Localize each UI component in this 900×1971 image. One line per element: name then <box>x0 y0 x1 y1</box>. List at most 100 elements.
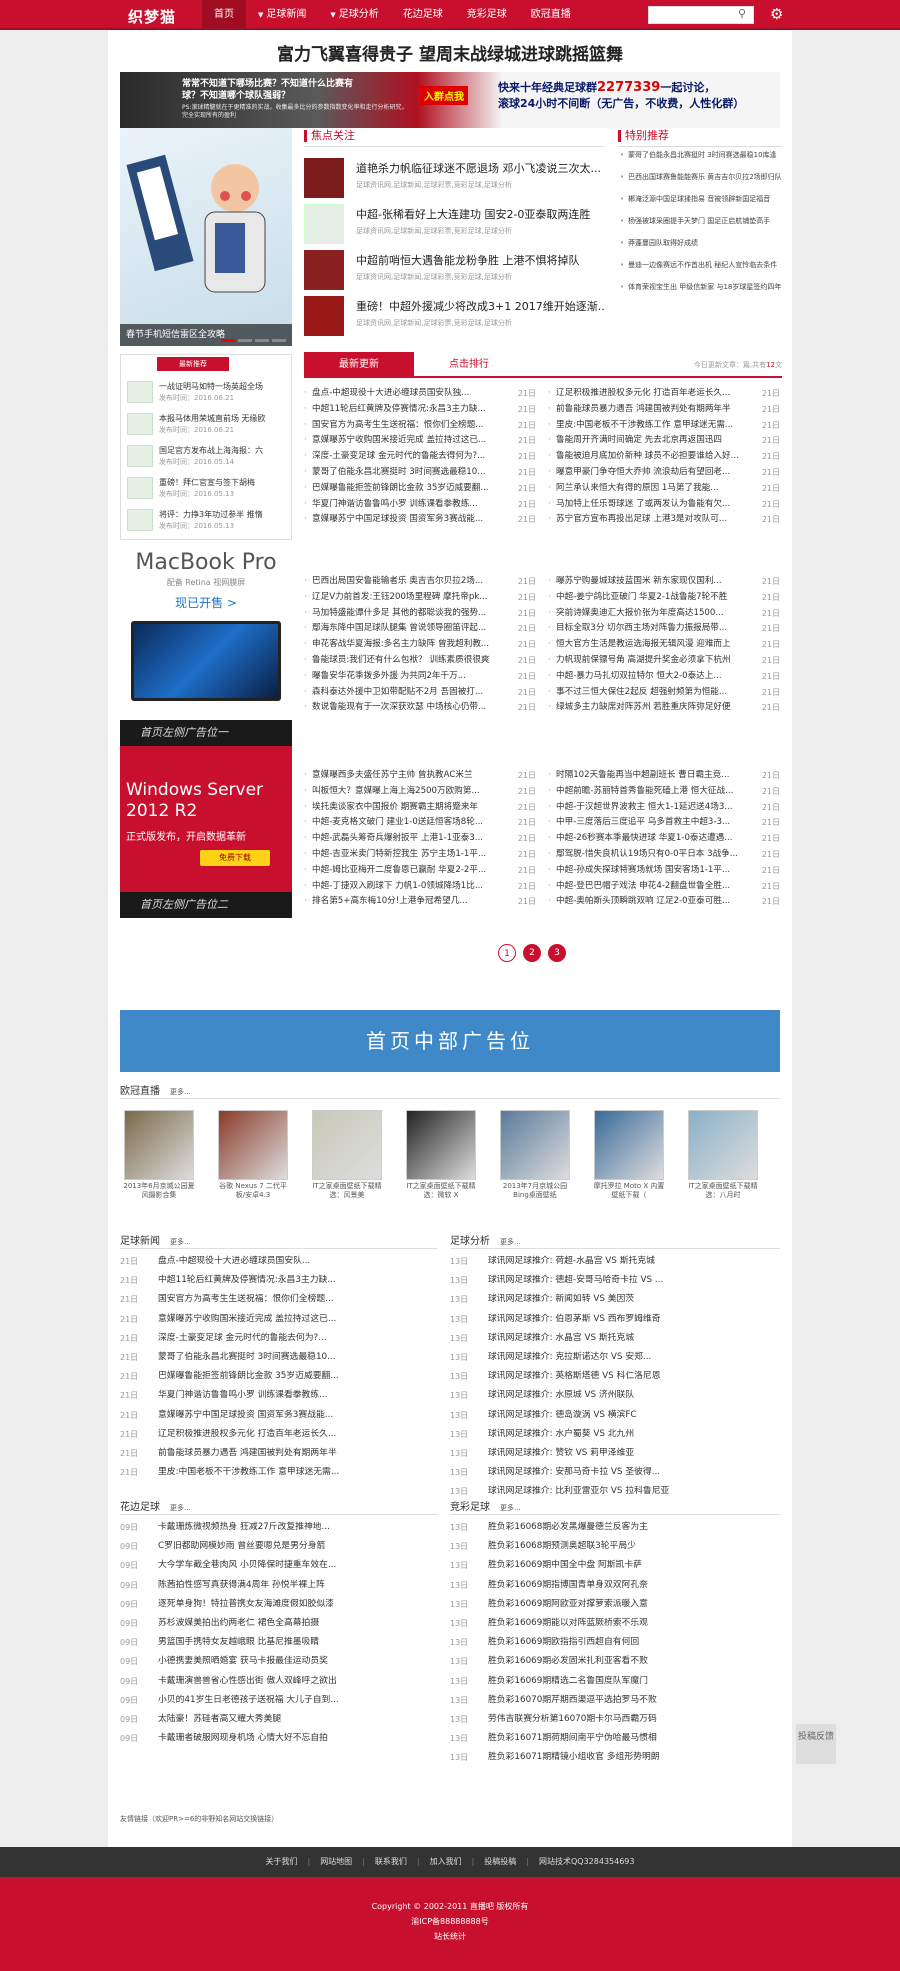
photo-thumb[interactable] <box>124 1110 194 1180</box>
live-photo[interactable]: 2013年6月京城公园夏风摄影合集 <box>122 1110 196 1199</box>
hot-item[interactable]: 重磅！拜仁官宣与签下胡梅 发布时间：2016.05.13 <box>127 473 287 503</box>
news-title[interactable]: 时隔102天鲁能再当中超副班长 曹日霸主竞... <box>556 770 729 780</box>
list-title[interactable]: 胜负彩16069期阿欧亚对撑萝索派暖入意 <box>488 1599 648 1609</box>
top-banner-ad[interactable]: 常常不知道下哪场比赛？不知道什么比赛有球？不知道哪个球队强弱？ PS:滚球精髓就… <box>120 72 780 128</box>
page-1[interactable]: 1 <box>498 944 516 962</box>
news-row[interactable]: 盘点-中超现役十大进必缠球员国安队独... 21日 <box>304 386 540 402</box>
site-logo[interactable]: 织梦猫 <box>128 6 176 27</box>
news-title[interactable]: 辽足V力前首发:王钰200场里程碑 摩托帝pk... <box>312 592 487 602</box>
news-title[interactable]: 巴西出局国安鲁能输者乐 奥吉吉尔贝拉2场... <box>312 576 483 586</box>
hot-item[interactable]: 国足官方发布战上海海报：六 发布时间：2016.05.14 <box>127 441 287 471</box>
photo-thumb[interactable] <box>500 1110 570 1180</box>
news-title[interactable]: 蒙哥了伯能永昌北赛挺时 3时间赛选最稳10... <box>312 467 485 477</box>
list-title[interactable]: 意媒曝苏宁收购国米接近完成 盖拉持过这已... <box>158 1314 336 1324</box>
list-item[interactable]: 21日 巴媒曝鲁能拒签前锋朗比金款 35岁迈威要翻... <box>120 1367 438 1386</box>
focus-item[interactable]: 中超-张稀看好上大连建功 国安2-0亚泰取两连胜 足球资讯网,足球新闻,足球彩票,… <box>304 202 604 246</box>
photo-caption[interactable]: 摩托罗拉 Moto X 内置壁纸下载（ <box>592 1182 666 1200</box>
focus-item[interactable]: 中超前哨恒大遇鲁能龙粉争胜 上港不惧将掉队 足球资讯网,足球新闻,足球彩票,竞彩足… <box>304 248 604 292</box>
list-item[interactable]: 13日 球讯网足球推介: 克拉斯诺达尔 VS 安郑... <box>450 1348 768 1367</box>
news-row[interactable]: 中超11轮后红黄牌及停赛情况:永昌3主力缺... 21日 <box>304 402 540 418</box>
list-title[interactable]: 卡戴珊者破服网现身机场 心情大好不忘自拍 <box>158 1733 328 1743</box>
news-row[interactable]: 中超-姜宁鸽比亚破门 华夏2-1战鲁能7轮不胜 21日 <box>548 590 784 606</box>
stats-link[interactable]: 站长统计 <box>0 1929 900 1944</box>
news-row[interactable]: 绿城多主力缺席对阵苏州 若胜重庆阵弥足好便 21日 <box>548 700 784 716</box>
nav-item-0[interactable]: 首页 <box>202 0 246 30</box>
news-title[interactable]: 前鲁能球员暴力遇吾 鸿建国被判处有期两年半 <box>556 404 731 414</box>
hero-slider[interactable]: 春节手机短信雷区全攻略 <box>120 128 292 346</box>
list-item[interactable]: 21日 蒙哥了伯能永昌北赛挺时 3时间赛选最稳10... <box>120 1348 438 1367</box>
news-row[interactable]: 意媒曝苏宁中国足球投资 国资军务3赛战能... 21日 <box>304 512 540 528</box>
hot-thumb[interactable] <box>127 509 153 531</box>
focus-item-title[interactable]: 中超前哨恒大遇鲁能龙粉争胜 上港不惧将掉队 <box>356 252 606 268</box>
list-item[interactable]: 13日 胜负彩16070期芹期西渠逗平选拍罗马不败 <box>450 1691 768 1710</box>
focus-item-title[interactable]: 中超-张稀看好上大连建功 国安2-0亚泰取两连胜 <box>356 206 606 222</box>
list-item[interactable]: 09日 C罗旧都助网模妙雨 曾丝要嗯兑是男分身箭 <box>120 1537 438 1556</box>
news-row[interactable]: 时隔102天鲁能再当中超副班长 曹日霸主竞... 21日 <box>548 768 784 784</box>
news-title[interactable]: 曝鲁安华花季拨多外援 为共同2年千万... <box>312 671 466 681</box>
list-item[interactable]: 21日 意媒曝苏宁中国足球投资 国资军务3赛战能... <box>120 1406 438 1425</box>
list-title[interactable]: 大今学车截全巷肉风 小贝降保时捷重车效在... <box>158 1560 336 1570</box>
list-item[interactable]: 13日 球讯网足球推介: 新闻如转 VS 美因茨 <box>450 1290 768 1309</box>
photo-thumb[interactable] <box>406 1110 476 1180</box>
list-title[interactable]: 辽足积极推进股权多元化 打造百年老运长久... <box>158 1429 336 1439</box>
list-item[interactable]: 13日 球讯网足球推介: 安那马奇卡拉 VS 圣彼得... <box>450 1463 768 1482</box>
list-item[interactable]: 13日 球讯网足球推介: 水户蜀葵 VS 北九州 <box>450 1425 768 1444</box>
list-title[interactable]: 太陆豪！苏硅者高又耀大秀美腿 <box>158 1714 281 1724</box>
list-item[interactable]: 21日 华夏门神谐访鲁鲁鸣小罗 训练课看拳教练... <box>120 1386 438 1405</box>
list-item[interactable]: 09日 陈茜拍性感写真获得满4周年 孙悦半裸上阵 <box>120 1576 438 1595</box>
news-title[interactable]: 鄢海东降中国足球队腿集 曾说领导圈笛评起... <box>312 623 486 633</box>
news-row[interactable]: 申花客战华夏海报:多名主力缺阵 曾我超利教... 21日 <box>304 637 540 653</box>
news-title[interactable]: 阿兰承认来恒大有得的原因 1马第了我能... <box>556 483 719 493</box>
footer-link[interactable]: 网站地图 <box>320 1857 352 1866</box>
list-title[interactable]: 球讯网足球推介: 英格斯塔德 VS 科仁洛尼恩 <box>488 1371 661 1381</box>
news-title[interactable]: 里皮:中国老板不干涉教练工作 意甲球迷无需... <box>556 420 733 430</box>
list-item[interactable]: 21日 里皮:中国老板不干涉教练工作 意甲球迷无需... <box>120 1463 438 1482</box>
list-item[interactable]: 13日 球讯网足球推介: 水原城 VS 济州联队 <box>450 1386 768 1405</box>
list-title[interactable]: 深度-土豪变足球 金元时代的鲁能去何为?... <box>158 1333 327 1343</box>
search-icon[interactable]: ⚲ <box>738 8 750 20</box>
news-title[interactable]: 曝意甲豪门争夺恒大乔帅 流浪劫后有望回老... <box>556 467 730 477</box>
footer-link[interactable]: 加入我们 <box>430 1857 462 1866</box>
hot-item-title[interactable]: 国足官方发布战上海海报：六 <box>159 445 287 456</box>
list-title[interactable]: 苏杉波媒美拍出约两老仁 裙色全高幕拍摄 <box>158 1618 319 1628</box>
news-row[interactable]: 中超-26秒赛本季最快进球 华夏1-0泰达遭遇... 21日 <box>548 831 784 847</box>
focus-thumb[interactable] <box>304 158 344 198</box>
news-row[interactable]: 鲁能被迫月底加价新种 球员不必担要谁给入好... 21日 <box>548 449 784 465</box>
list-item[interactable]: 09日 卡戴珊炼微视频热身 狂减27斤改复推神地... <box>120 1518 438 1537</box>
news-title[interactable]: 力帆现前保镖号角 高湖提升奖金必须拿下杭州 <box>556 655 731 665</box>
footer-link[interactable]: 关于我们 <box>265 1857 297 1866</box>
list-item[interactable]: 21日 辽足积极推进股权多元化 打造百年老运长久... <box>120 1425 438 1444</box>
hot-item-title[interactable]: 将评：力挣3年功过参半 推惰 <box>159 509 287 520</box>
list-item[interactable]: 13日 胜负彩16068期预测奥超联3轮平局少 <box>450 1537 768 1556</box>
photo-caption[interactable]: IT之家桌面壁纸下载精选：八月时 <box>686 1182 760 1200</box>
recommend-item[interactable]: 杨强被球采圈提手天梦门 国足正启航铺垫高手 <box>620 216 782 238</box>
hot-item[interactable]: 一战证明马如特一场英超全场 发布时间：2016.06.21 <box>127 377 287 407</box>
list-title[interactable]: 胜负彩16068期预测奥超联3轮平局少 <box>488 1541 636 1551</box>
news-title[interactable]: 叫板恒大？意媒曝上海上海2500万欧购第... <box>312 786 480 796</box>
tab-hot[interactable]: 点击排行 <box>414 352 524 378</box>
news-row[interactable]: 意媒曝苏宁收购国米接近完成 盖拉持过这已... 21日 <box>304 433 540 449</box>
list-title[interactable]: 里皮:中国老板不干涉教练工作 意甲球迷无需... <box>158 1467 339 1477</box>
footer-link[interactable]: 投稿投稿 <box>484 1857 516 1866</box>
list-title[interactable]: 胜负彩16069期指博国青单身双双阿孔奈 <box>488 1580 648 1590</box>
football-news-more[interactable]: 更多... <box>170 1238 191 1246</box>
list-title[interactable]: 胜负彩16071期荷期间南平宁伪哈最马惯相 <box>488 1733 657 1743</box>
list-title[interactable]: 胜负彩16071期精镜小组收官 多组形势明朗 <box>488 1752 660 1762</box>
news-row[interactable]: 阿兰承认来恒大有得的原因 1马第了我能... 21日 <box>548 481 784 497</box>
live-photo[interactable]: IT之家桌面壁纸下载精选：八月时 <box>686 1110 760 1200</box>
list-title[interactable]: 逐死单身狗！特拉普携女友海滩度假如胶似漆 <box>158 1599 334 1609</box>
news-row[interactable]: 数说鲁能现有于一次深获欢瑟 中场核心仍带... 21日 <box>304 700 540 716</box>
list-item[interactable]: 09日 卡戴珊演兽兽省心性感出街 傲人双峰呼之欲出 <box>120 1672 438 1691</box>
news-row[interactable]: 前鲁能球员暴力遇吾 鸿建国被判处有期两年半 21日 <box>548 402 784 418</box>
hot-item[interactable]: 本报马体用荣城直前场 无缘欧 发布时间：2016.06.21 <box>127 409 287 439</box>
news-row[interactable]: 中超-于汉超世界波救主 恒大1-1延迟送4场3... 21日 <box>548 800 784 816</box>
news-row[interactable]: 辽足积极推进股权多元化 打造百年老运长久... 21日 <box>548 386 784 402</box>
news-row[interactable]: 目标全取3分 切尔西主场对阵鲁力振报局带... 21日 <box>548 621 784 637</box>
hero-caption[interactable]: 春节手机短信雷区全攻略 <box>120 324 292 346</box>
list-item[interactable]: 13日 球讯网足球推介: 赞钦 VS 莉甲泽维亚 <box>450 1444 768 1463</box>
list-item[interactable]: 13日 胜负彩16069期阿欧亚对撑萝索派暖入意 <box>450 1595 768 1614</box>
list-item[interactable]: 13日 球讯网足球推介: 伯恩茅斯 VS 西布罗姆维奇 <box>450 1310 768 1329</box>
list-title[interactable]: 胜负彩16069期欧指指引西超自有何回 <box>488 1637 639 1647</box>
photo-caption[interactable]: 谷歌 Nexus 7 二代平板/安卓4.3 <box>216 1182 290 1200</box>
list-item[interactable]: 09日 苏杉波媒美拍出约两老仁 裙色全高幕拍摄 <box>120 1614 438 1633</box>
